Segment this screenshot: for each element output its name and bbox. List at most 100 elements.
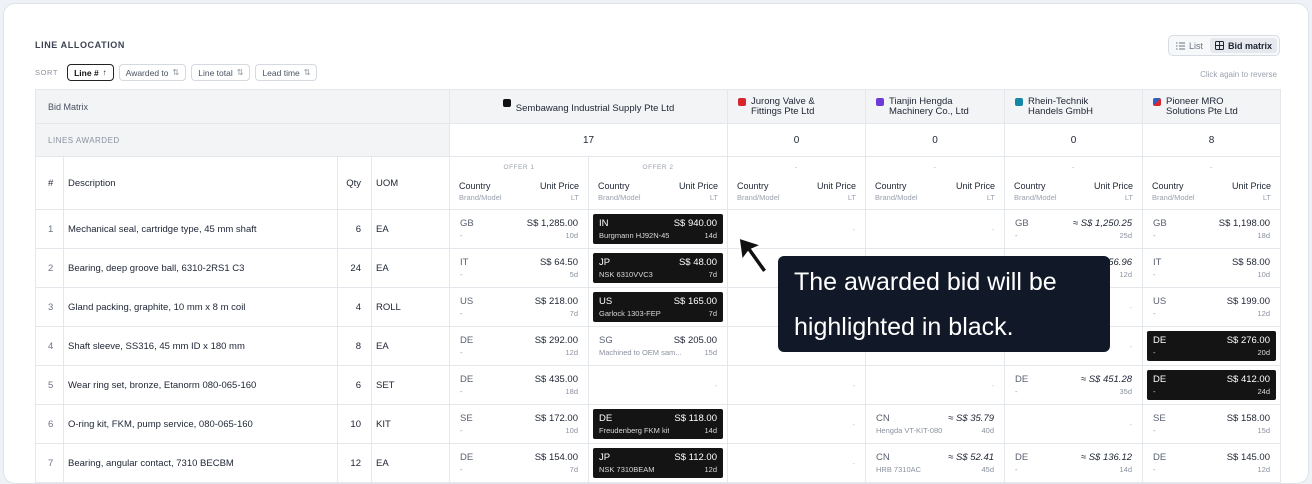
line-description: Gland packing, graphite, 10 mm x 8 m coi… xyxy=(63,287,338,327)
offer-cell[interactable]: DE ≈ S$ 136.12 - 14d xyxy=(1004,443,1144,483)
offer-cell[interactable]: IT S$ 64.50 - 5d xyxy=(449,248,590,288)
offer-cell[interactable]: IN S$ 940.00 Burgmann HJ92N-45 14d xyxy=(588,209,729,249)
offer-cell[interactable]: US S$ 199.00 - 12d xyxy=(1142,287,1282,327)
bid[interactable]: SE S$ 158.00 - 15d xyxy=(1147,409,1276,439)
offer-label: OFFER 1 xyxy=(503,164,535,171)
bid[interactable]: DE ≈ S$ 451.28 - 35d xyxy=(1009,370,1138,400)
awarded-bid[interactable]: JP S$ 48.00 NSK 6310VVC3 7d xyxy=(593,253,724,283)
bid-price: S$ 1,285.00 xyxy=(526,218,579,229)
awarded-bid[interactable]: JP S$ 112.00 NSK 7310BEAM 12d xyxy=(593,448,724,478)
sort-hint: Click again to reverse xyxy=(1200,70,1277,79)
supplier-sembawang[interactable]: Sembawang Industrial Supply Pte Ltd xyxy=(449,89,729,124)
line-number: 1 xyxy=(35,209,64,249)
bid-country: DE xyxy=(1153,374,1167,385)
bid[interactable]: DE S$ 145.00 - 12d xyxy=(1147,448,1276,478)
awarded-count: 0 xyxy=(865,123,1006,157)
offer-cell[interactable]: DE S$ 145.00 - 12d xyxy=(1142,443,1282,483)
sort-chip-line[interactable]: Line # ↑ xyxy=(67,64,114,81)
awarded-bid[interactable]: IN S$ 940.00 Burgmann HJ92N-45 14d xyxy=(593,214,724,244)
offer-cell[interactable]: SG S$ 205.00 Machined to OEM sam... 15d xyxy=(588,326,729,366)
awarded-bid[interactable]: US S$ 165.00 Garlock 1303-FEP 7d xyxy=(593,292,724,322)
offer-cell[interactable]: US S$ 218.00 - 7d xyxy=(449,287,590,327)
offer-cell[interactable]: JP S$ 112.00 NSK 7310BEAM 12d xyxy=(588,443,729,483)
offer-cell[interactable]: CN ≈ S$ 35.79 Hengda VT-KIT-080 40d xyxy=(865,404,1006,444)
bid-lead-time: 7d xyxy=(569,465,579,474)
supplier-color-swatch xyxy=(876,97,885,106)
line-description: Mechanical seal, cartridge type, 45 mm s… xyxy=(63,209,338,249)
offer-cell[interactable]: DE S$ 435.00 - 18d xyxy=(449,365,590,405)
awarded-bid[interactable]: DE S$ 276.00 - 20d xyxy=(1147,331,1277,361)
bid[interactable]: DE S$ 292.00 - 12d xyxy=(454,331,584,361)
supplier-flag-swatch xyxy=(1153,97,1162,106)
bid[interactable]: IT S$ 64.50 - 5d xyxy=(454,253,584,283)
bid[interactable]: US S$ 199.00 - 12d xyxy=(1147,292,1276,322)
table-row: 7 Bearing, angular contact, 7310 BECBM 12 E… xyxy=(35,443,1282,483)
supplier-tianjin[interactable]: Tianjin Hengda Machinery Co., Ltd xyxy=(865,89,1006,124)
offer-cell[interactable]: GB S$ 1,285.00 - 10d xyxy=(449,209,590,249)
brand-header: Brand/Model xyxy=(598,193,641,202)
bid[interactable]: SG S$ 205.00 Machined to OEM sam... 15d xyxy=(593,331,723,361)
bid[interactable]: CN ≈ S$ 35.79 Hengda VT-KIT-080 40d xyxy=(870,409,1000,439)
bid-matrix-label: Bid Matrix xyxy=(34,89,451,124)
sort-icon: ⇅ xyxy=(236,68,244,77)
bid-lead-time: 25d xyxy=(1119,231,1133,240)
line-qty: 8 xyxy=(337,326,372,366)
line-description: O-ring kit, FKM, pump service, 080-065-1… xyxy=(63,404,338,444)
awarded-bid[interactable]: DE S$ 118.00 Freudenberg FKM kit 14d xyxy=(593,409,724,439)
offer-cell[interactable]: DE S$ 118.00 Freudenberg FKM kit 14d xyxy=(588,404,729,444)
supplier-jurong[interactable]: Jurong Valve & Fittings Pte Ltd xyxy=(727,89,867,124)
offer-header: - Country Brand/Model Unit Price LT xyxy=(865,156,1006,210)
bid[interactable]: GB ≈ S$ 1,250.25 - 25d xyxy=(1009,214,1138,244)
bid[interactable]: SE S$ 172.00 - 10d xyxy=(454,409,584,439)
supplier-name-line2: Machinery Co., Ltd xyxy=(889,105,969,117)
offer-cell[interactable]: DE S$ 412.00 - 24d xyxy=(1142,365,1282,405)
bid[interactable]: DE S$ 154.00 - 7d xyxy=(454,448,584,478)
line-number: 5 xyxy=(35,365,64,405)
lt-header: LT xyxy=(986,193,996,202)
bid[interactable]: GB S$ 1,198.00 - 18d xyxy=(1147,214,1276,244)
offer-cell[interactable]: DE ≈ S$ 451.28 - 35d xyxy=(1004,365,1144,405)
offer-cell[interactable]: US S$ 165.00 Garlock 1303-FEP 7d xyxy=(588,287,729,327)
line-qty: 4 xyxy=(337,287,372,327)
list-view-button[interactable]: List xyxy=(1171,38,1208,53)
bid-lead-time: 45d xyxy=(981,465,995,474)
sort-chip-awarded-to[interactable]: Awarded to ⇅ xyxy=(118,64,187,81)
bid-price: S$ 292.00 xyxy=(534,335,579,346)
bid[interactable]: DE ≈ S$ 136.12 - 14d xyxy=(1009,448,1138,478)
bid-lead-time: 7d xyxy=(569,309,579,318)
country-header: Country xyxy=(875,181,907,191)
bid[interactable]: US S$ 218.00 - 7d xyxy=(454,292,584,322)
bid[interactable]: CN ≈ S$ 52.41 HRB 7310AC 45d xyxy=(870,448,1000,478)
line-qty: 24 xyxy=(337,248,372,288)
price-header: Unit Price xyxy=(679,181,719,191)
bid[interactable]: IT S$ 58.00 - 10d xyxy=(1147,253,1276,283)
bid[interactable]: GB S$ 1,285.00 - 10d xyxy=(454,214,584,244)
bid-lead-time: 35d xyxy=(1119,387,1133,396)
sort-chip-line-total[interactable]: Line total ⇅ xyxy=(191,64,251,81)
offer-cell[interactable]: DE S$ 276.00 - 20d xyxy=(1142,326,1282,366)
bid-matrix-view-button[interactable]: Bid matrix xyxy=(1209,38,1277,53)
offer-cell[interactable]: CN ≈ S$ 52.41 HRB 7310AC 45d xyxy=(865,443,1006,483)
offer-cell[interactable]: IT S$ 58.00 - 10d xyxy=(1142,248,1282,288)
offer-cell[interactable]: GB S$ 1,198.00 - 18d xyxy=(1142,209,1282,249)
supplier-name-line2: Handels GmbH xyxy=(1028,105,1093,117)
offer-cell[interactable]: SE S$ 172.00 - 10d xyxy=(449,404,590,444)
empty-offer-cell: - xyxy=(727,443,867,483)
supplier-rhein[interactable]: Rhein-Technik Handels GmbH xyxy=(1004,89,1144,124)
offer-cell[interactable]: JP S$ 48.00 NSK 6310VVC3 7d xyxy=(588,248,729,288)
supplier-pioneer[interactable]: Pioneer MRO Solutions Pte Ltd xyxy=(1142,89,1282,124)
section-title: LINE ALLOCATION xyxy=(35,40,125,50)
awarded-bid[interactable]: DE S$ 412.00 - 24d xyxy=(1147,370,1277,400)
country-header: Country xyxy=(598,181,630,191)
lt-header: LT xyxy=(847,193,857,202)
bid-country: US xyxy=(1153,296,1167,307)
offer-cell[interactable]: GB ≈ S$ 1,250.25 - 25d xyxy=(1004,209,1144,249)
lt-header: LT xyxy=(570,193,580,202)
offer-cell[interactable]: DE S$ 292.00 - 12d xyxy=(449,326,590,366)
offer-cell[interactable]: SE S$ 158.00 - 15d xyxy=(1142,404,1282,444)
offer-cell[interactable]: DE S$ 154.00 - 7d xyxy=(449,443,590,483)
bid-lead-time: 10d xyxy=(565,426,579,435)
sort-chip-lead-time[interactable]: Lead time ⇅ xyxy=(255,64,318,81)
bid[interactable]: DE S$ 435.00 - 18d xyxy=(454,370,584,400)
bid-price: S$ 145.00 xyxy=(1226,452,1271,463)
